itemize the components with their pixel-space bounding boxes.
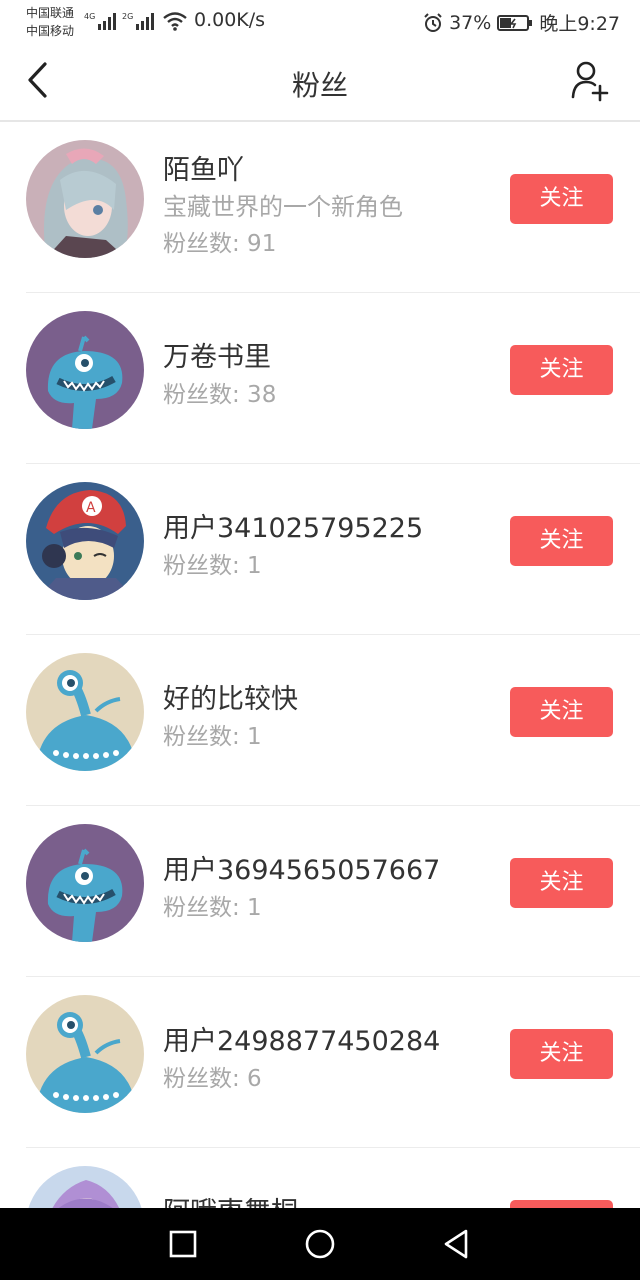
anime-girl-avatar-icon	[26, 140, 144, 258]
list-item[interactable]: 万卷书里 粉丝数: 38 关注	[26, 293, 640, 464]
avatar[interactable]	[26, 653, 144, 771]
fan-count: 粉丝数: 38	[163, 382, 277, 408]
fan-count: 粉丝数: 1	[163, 553, 262, 579]
carrier-1: 中国联通	[26, 6, 75, 20]
carrier-2: 中国移动	[26, 24, 75, 38]
carrier-labels: 中国联通 中国移动	[26, 4, 74, 40]
battery-charging-icon	[497, 14, 533, 31]
add-friend-icon[interactable]	[570, 60, 610, 102]
monster-avatar-icon	[26, 653, 144, 771]
avatar[interactable]	[26, 140, 144, 258]
clock: 晚上9:27	[539, 13, 620, 35]
list-item[interactable]: 陌鱼吖 宝藏世界的一个新角色 粉丝数: 91 关注	[26, 122, 640, 293]
monster-avatar-icon	[26, 311, 144, 429]
fan-count: 粉丝数: 6	[163, 1066, 262, 1092]
wifi-icon	[163, 12, 187, 31]
fan-count: 粉丝数: 91	[163, 231, 277, 257]
svg-text:4G: 4G	[84, 12, 95, 21]
fan-name: 用户2498877450284	[163, 1026, 441, 1057]
battery-percent: 37%	[449, 11, 492, 34]
svg-text:2G: 2G	[122, 12, 133, 21]
list-item[interactable]: A 用户341025795225 粉丝数: 1 关注	[26, 464, 640, 635]
fan-name: 用户341025795225	[163, 513, 424, 544]
avatar[interactable]	[26, 995, 144, 1113]
follow-button[interactable]: 关注	[510, 516, 613, 566]
network-speed: 0.00K/s	[194, 9, 266, 31]
status-right: 37% 晚上9:27	[423, 9, 620, 36]
fan-name: 用户3694565057667	[163, 855, 441, 886]
fan-name: 阿哦枣舞桐	[163, 1190, 298, 1208]
avatar[interactable]: A	[26, 482, 144, 600]
list-item[interactable]: 用户2498877450284 粉丝数: 6 关注	[26, 977, 640, 1148]
anime-boy-avatar-icon: A	[26, 482, 144, 600]
fan-name: 陌鱼吖	[163, 155, 244, 186]
list-item[interactable]: 好的比较快 粉丝数: 1 关注	[26, 635, 640, 806]
back-triangle-icon[interactable]	[438, 1226, 474, 1262]
fan-count: 粉丝数: 1	[163, 895, 262, 921]
top-nav-bar: 粉丝	[0, 44, 640, 122]
svg-text:A: A	[86, 500, 96, 516]
alarm-icon	[424, 12, 442, 32]
fan-name: 万卷书里	[163, 342, 271, 373]
signal-2g-icon: 2G	[122, 12, 154, 30]
avatar[interactable]	[26, 824, 144, 942]
follow-button[interactable]: 关注	[510, 687, 613, 737]
status-bar: 中国联通 中国移动 4G 2G 0.00K/s 37% 晚上9:27	[0, 0, 640, 44]
follow-button[interactable]: 关注	[510, 858, 613, 908]
monster-avatar-icon	[26, 824, 144, 942]
page-title: 粉丝	[291, 69, 348, 102]
fan-signature: 宝藏世界的一个新角色	[163, 193, 403, 221]
list-item[interactable]: 用户3694565057667 粉丝数: 1 关注	[26, 806, 640, 977]
follow-button[interactable]: 关注	[510, 1029, 613, 1079]
follow-button[interactable]: 关注	[510, 345, 613, 395]
anime-girl-avatar-icon	[26, 1166, 144, 1208]
fan-name: 好的比较快	[163, 684, 298, 715]
avatar[interactable]	[26, 311, 144, 429]
fan-count: 粉丝数: 1	[163, 724, 262, 750]
recent-apps-square-icon[interactable]	[165, 1226, 201, 1262]
home-circle-icon[interactable]	[302, 1226, 338, 1262]
monster-avatar-icon	[26, 995, 144, 1113]
signal-4g-icon: 4G	[84, 12, 116, 30]
avatar[interactable]	[26, 1166, 144, 1208]
list-item[interactable]: 阿哦枣舞桐 关注	[26, 1148, 640, 1208]
fans-list: 陌鱼吖 宝藏世界的一个新角色 粉丝数: 91 关注 万卷书里 粉丝数: 38 关…	[0, 122, 640, 1208]
follow-button[interactable]: 关注	[510, 1200, 613, 1208]
system-nav-bar	[0, 1208, 640, 1280]
follow-button[interactable]: 关注	[510, 174, 613, 224]
